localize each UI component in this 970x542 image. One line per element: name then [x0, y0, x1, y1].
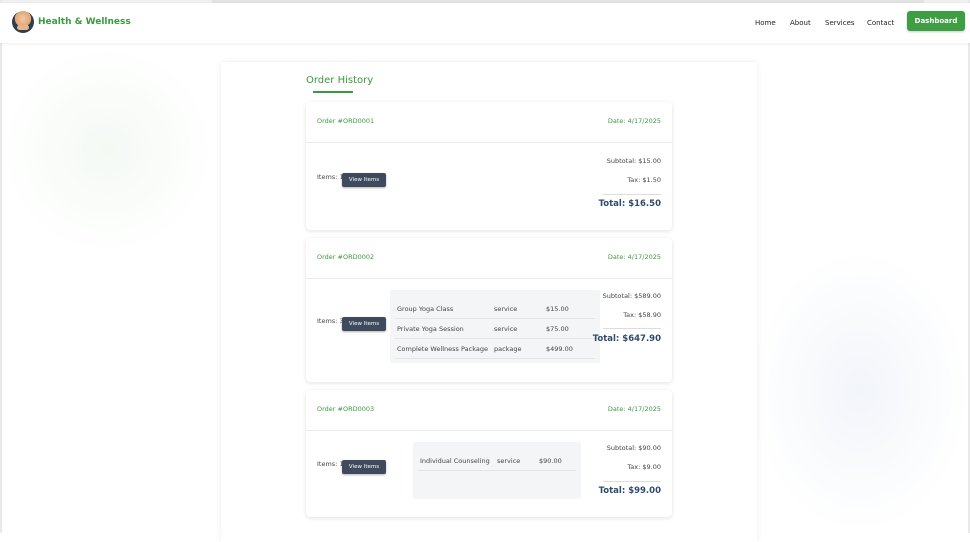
subtotal: Subtotal: $589.00 [602, 292, 661, 300]
order-total: Total: $16.50 [598, 199, 661, 209]
item-row: Complete Wellness Package package $499.0… [395, 339, 595, 359]
item-type: service [494, 305, 518, 313]
title-underline [313, 91, 353, 93]
order-id: Order #ORD0001 [317, 117, 375, 125]
order-date: Date: 4/17/2025 [607, 253, 661, 261]
top-navbar: Health & Wellness Home About Services Co… [0, 3, 970, 43]
page-title: Order History [306, 75, 374, 86]
order-date: Date: 4/17/2025 [607, 117, 661, 125]
item-row: Private Yoga Session service $75.00 [395, 319, 595, 339]
nav-link-home[interactable]: Home [755, 19, 776, 27]
order-id: Order #ORD0002 [317, 253, 375, 261]
item-type: service [494, 325, 518, 333]
background-glow-left [0, 45, 215, 255]
items-table: Group Yoga Class service $15.00 Private … [390, 290, 600, 363]
subtotal: Subtotal: $15.00 [606, 157, 661, 165]
meditation-logo-icon [12, 11, 34, 33]
item-type: service [497, 457, 521, 465]
order-total: Total: $99.00 [598, 486, 661, 496]
item-name: Complete Wellness Package [397, 345, 488, 353]
item-price: $90.00 [539, 457, 562, 465]
items-count: Items: 1 [317, 460, 344, 468]
order-id: Order #ORD0003 [317, 405, 375, 413]
order-card-header: Order #ORD0001 Date: 4/17/2025 [306, 102, 672, 143]
nav-link-contact[interactable]: Contact [867, 19, 894, 27]
totals-divider [603, 481, 661, 482]
totals-divider [603, 194, 661, 195]
item-name: Group Yoga Class [397, 305, 454, 313]
items-count: Items: 3 [317, 317, 344, 325]
item-row: Individual Counseling service $90.00 [418, 451, 576, 471]
order-card-header: Order #ORD0002 Date: 4/17/2025 [306, 238, 672, 279]
nav-link-about[interactable]: About [790, 19, 811, 27]
subtotal: Subtotal: $90.00 [606, 444, 661, 452]
brand-name: Health & Wellness [38, 17, 131, 27]
order-card-header: Order #ORD0003 Date: 4/17/2025 [306, 390, 672, 431]
item-type: package [494, 345, 522, 353]
order-card-3: Order #ORD0003 Date: 4/17/2025 Items: 1 … [306, 390, 672, 517]
dashboard-button[interactable]: Dashboard [907, 11, 965, 31]
background-glow-right [750, 250, 970, 533]
order-totals: Subtotal: $589.00 Tax: $58.90 Total: $64… [591, 292, 661, 352]
tax: Tax: $1.50 [627, 176, 661, 184]
order-totals: Subtotal: $15.00 Tax: $1.50 Total: $16.5… [561, 157, 661, 217]
nav-link-services[interactable]: Services [825, 19, 855, 27]
item-price: $15.00 [546, 305, 569, 313]
order-card-2: Order #ORD0002 Date: 4/17/2025 Items: 3 … [306, 238, 672, 382]
items-count: Items: 1 [317, 173, 344, 181]
brand[interactable]: Health & Wellness [12, 11, 131, 33]
page-edge-left [0, 0, 2, 533]
view-items-button[interactable]: View Items [342, 460, 386, 474]
item-price: $499.00 [546, 345, 573, 353]
order-date: Date: 4/17/2025 [607, 405, 661, 413]
view-items-button[interactable]: View Items [342, 317, 386, 331]
order-totals: Subtotal: $90.00 Tax: $9.00 Total: $99.0… [591, 444, 661, 504]
item-price: $75.00 [546, 325, 569, 333]
tax: Tax: $58.90 [623, 311, 661, 319]
totals-divider [603, 328, 661, 329]
order-card-1: Order #ORD0001 Date: 4/17/2025 Items: 1 … [306, 102, 672, 230]
view-items-button[interactable]: View Items [342, 173, 386, 187]
items-table: Individual Counseling service $90.00 [413, 442, 581, 499]
item-name: Private Yoga Session [397, 325, 464, 333]
item-row: Group Yoga Class service $15.00 [395, 299, 595, 319]
order-total: Total: $647.90 [592, 334, 661, 344]
tax: Tax: $9.00 [627, 463, 661, 471]
item-name: Individual Counseling [420, 457, 490, 465]
